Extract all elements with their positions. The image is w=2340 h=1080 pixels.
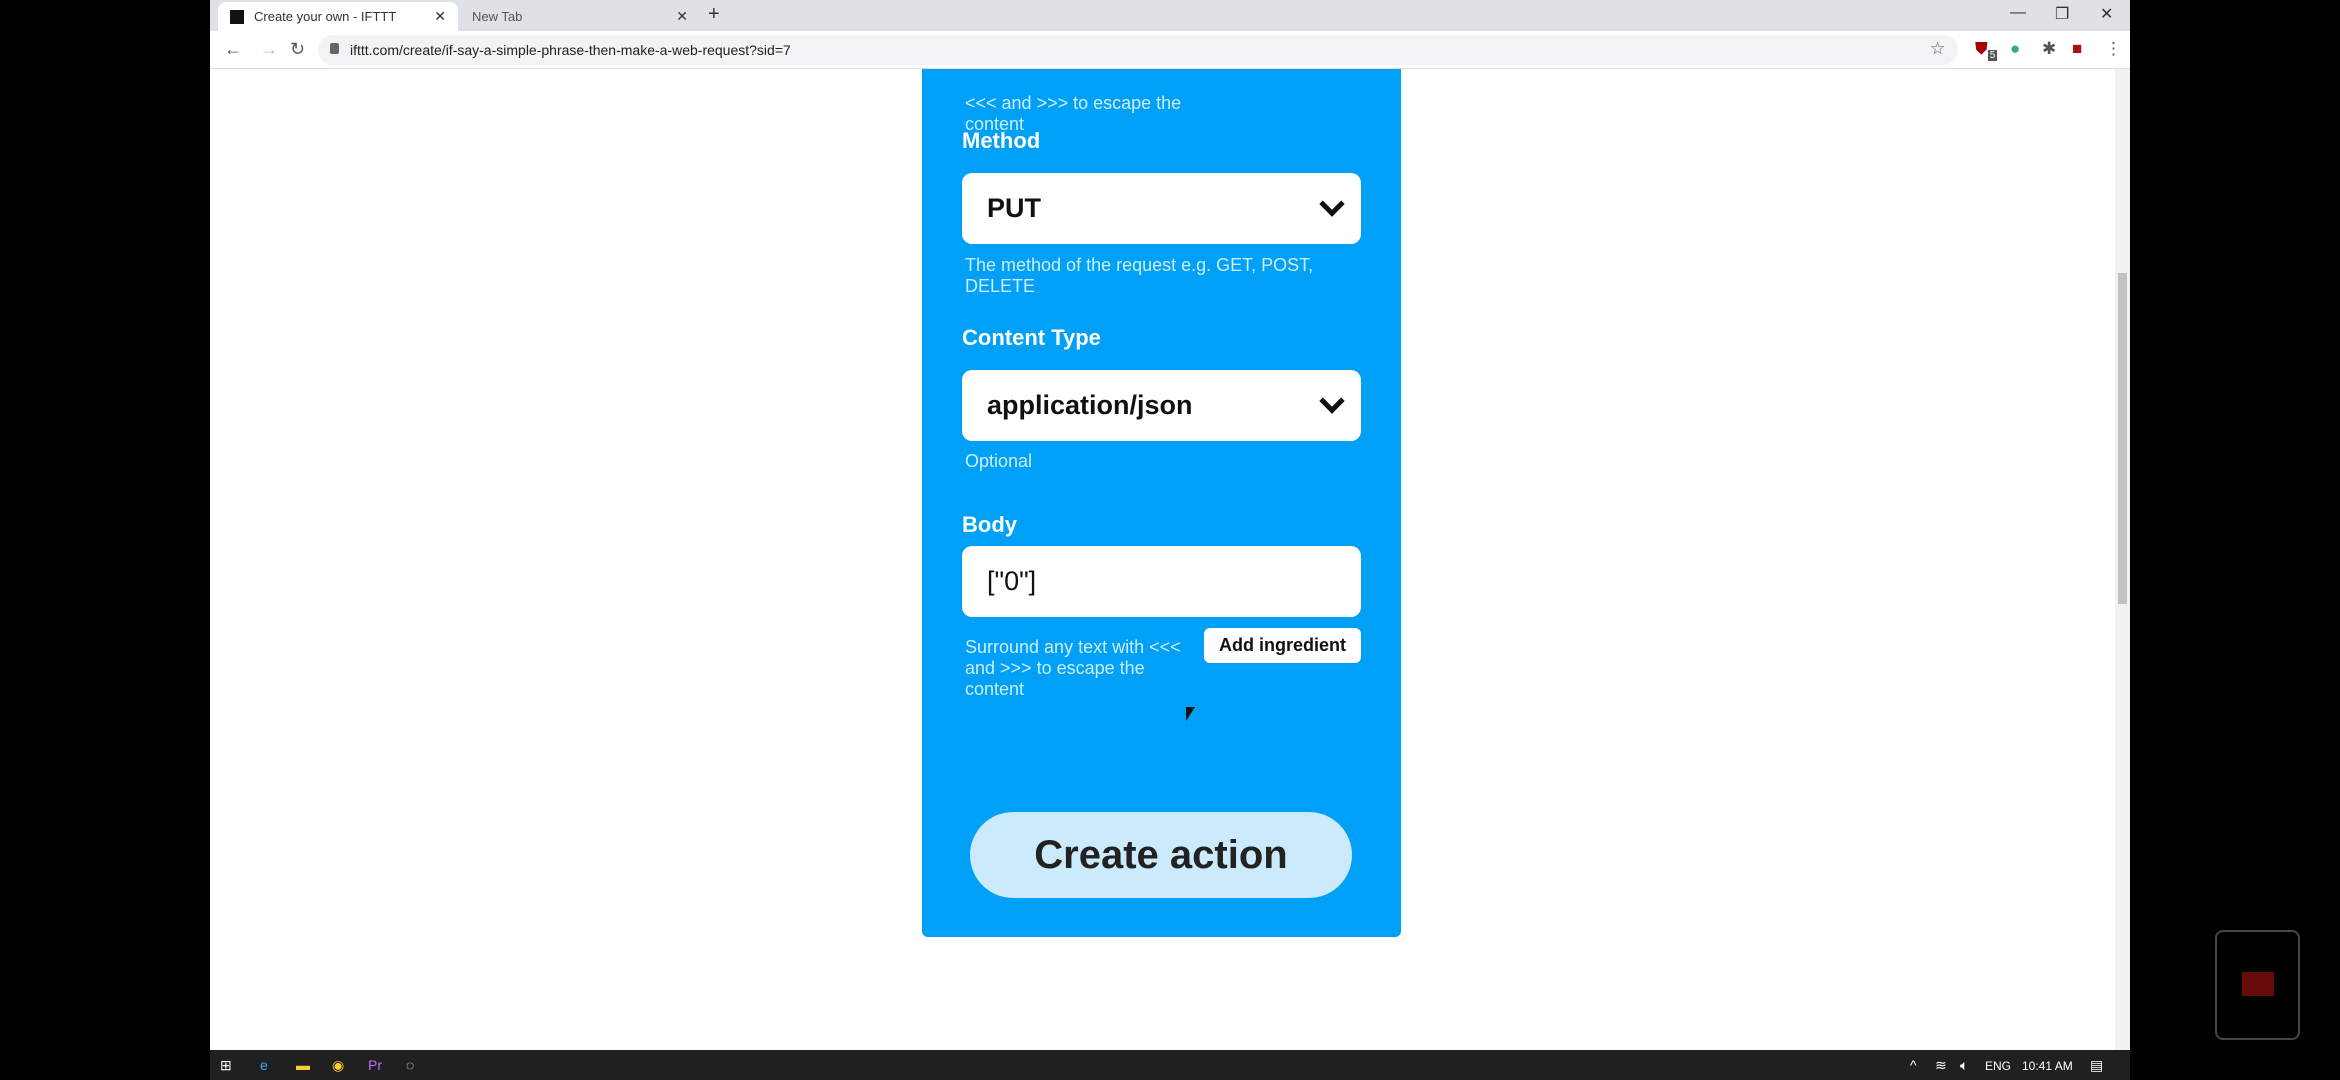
method-value: PUT	[987, 193, 1041, 223]
extension-badge: 5	[1987, 50, 1998, 62]
notifications-icon[interactable]: ▤	[2090, 1057, 2103, 1074]
scrollbar-thumb[interactable]	[2118, 273, 2127, 604]
forward-icon[interactable]: →	[260, 39, 278, 60]
action-fields-panel: <<< and >>> to escape the content Method…	[922, 69, 1401, 937]
globe-extension-icon[interactable]: ●	[2010, 39, 2020, 59]
scrollbar[interactable]	[2115, 69, 2130, 1050]
body-label: Body	[962, 512, 1017, 537]
content-type-select[interactable]: application/json	[962, 370, 1361, 441]
address-bar-row: ← → ↻ ifttt.com/create/if-say-a-simple-p…	[210, 31, 2130, 69]
windows-start-icon[interactable]: ⊞	[220, 1057, 232, 1074]
ublock-extension-icon[interactable]: ⛊ 5	[1975, 39, 1998, 62]
close-tab-icon[interactable]: ✕	[434, 8, 446, 25]
url-text: ifttt.com/create/if-say-a-simple-phrase-…	[350, 42, 791, 58]
watermark-chip-icon	[2242, 972, 2274, 996]
chip-extension-icon[interactable]: ■	[2072, 39, 2082, 59]
content-type-helper: Optional	[965, 451, 1033, 471]
tray-chevron-icon[interactable]: ^	[1910, 1057, 1917, 1073]
content-type-value: application/json	[987, 390, 1193, 420]
tab-create-your-own[interactable]: Create your own - IFTTT ✕	[218, 2, 458, 31]
clock[interactable]: 10:41 AM	[2022, 1059, 2073, 1073]
back-icon[interactable]: ←	[224, 39, 242, 60]
restore-icon[interactable]: ❐	[2055, 4, 2069, 24]
tab-new-tab[interactable]: New Tab ✕	[460, 2, 700, 31]
browser-window: Create your own - IFTTT ✕ New Tab ✕ + — ❐ …	[210, 0, 2130, 1050]
body-input[interactable]: ["0"]	[962, 546, 1361, 617]
ifttt-favicon-icon	[230, 9, 244, 24]
chevron-down-icon	[1319, 388, 1345, 414]
close-window-icon[interactable]: ✕	[2100, 4, 2113, 24]
premiere-icon[interactable]: Pr	[368, 1057, 382, 1073]
body-helper: Surround any text with <<< and >>> to es…	[965, 637, 1181, 699]
lock-icon	[330, 43, 339, 54]
url-input[interactable]: ifttt.com/create/if-say-a-simple-phrase-…	[318, 35, 1958, 65]
method-select[interactable]: PUT	[962, 173, 1361, 244]
add-ingredient-button[interactable]: Add ingredient	[1204, 628, 1361, 663]
new-tab-plus-icon[interactable]: +	[708, 3, 720, 26]
menu-kebab-icon[interactable]: ⋮	[2105, 39, 2122, 59]
chevron-down-icon	[1319, 191, 1345, 217]
body-value: ["0"]	[987, 566, 1037, 596]
reload-icon[interactable]: ↻	[290, 39, 305, 60]
edge-icon[interactable]: e	[260, 1057, 268, 1073]
volume-icon[interactable]: 🔈︎	[1960, 1057, 1968, 1074]
app-icon[interactable]: ◌	[406, 1057, 414, 1073]
file-explorer-icon[interactable]: ▬	[296, 1057, 310, 1073]
content-type-label: Content Type	[962, 325, 1101, 350]
mouse-cursor-icon	[1186, 707, 1195, 721]
minimize-icon[interactable]: —	[2010, 4, 2026, 22]
tab-label: Create your own - IFTTT	[254, 9, 397, 24]
method-label: Method	[962, 128, 1041, 153]
close-tab-icon[interactable]: ✕	[676, 8, 688, 25]
tab-bar: Create your own - IFTTT ✕ New Tab ✕ + — ❐ …	[210, 0, 2130, 31]
extensions-puzzle-icon[interactable]: ✱	[2042, 39, 2056, 59]
method-helper: The method of the request e.g. GET, POST…	[965, 255, 1314, 296]
wifi-icon[interactable]: ≋	[1935, 1057, 1947, 1074]
bookmark-star-icon[interactable]: ☆	[1930, 39, 1945, 59]
chrome-icon[interactable]: ◉	[332, 1057, 344, 1074]
tab-label: New Tab	[472, 9, 523, 24]
create-action-button[interactable]: Create action	[970, 812, 1352, 898]
page-content: <<< and >>> to escape the content Method…	[210, 69, 2130, 1050]
language-indicator[interactable]: ENG	[1985, 1059, 2011, 1073]
watermark-logo	[2215, 930, 2300, 1040]
taskbar: ⊞ e ▬ ◉ Pr ◌ ^ ≋ 🔈︎ ENG 10:41 AM ▤	[210, 1050, 2130, 1080]
